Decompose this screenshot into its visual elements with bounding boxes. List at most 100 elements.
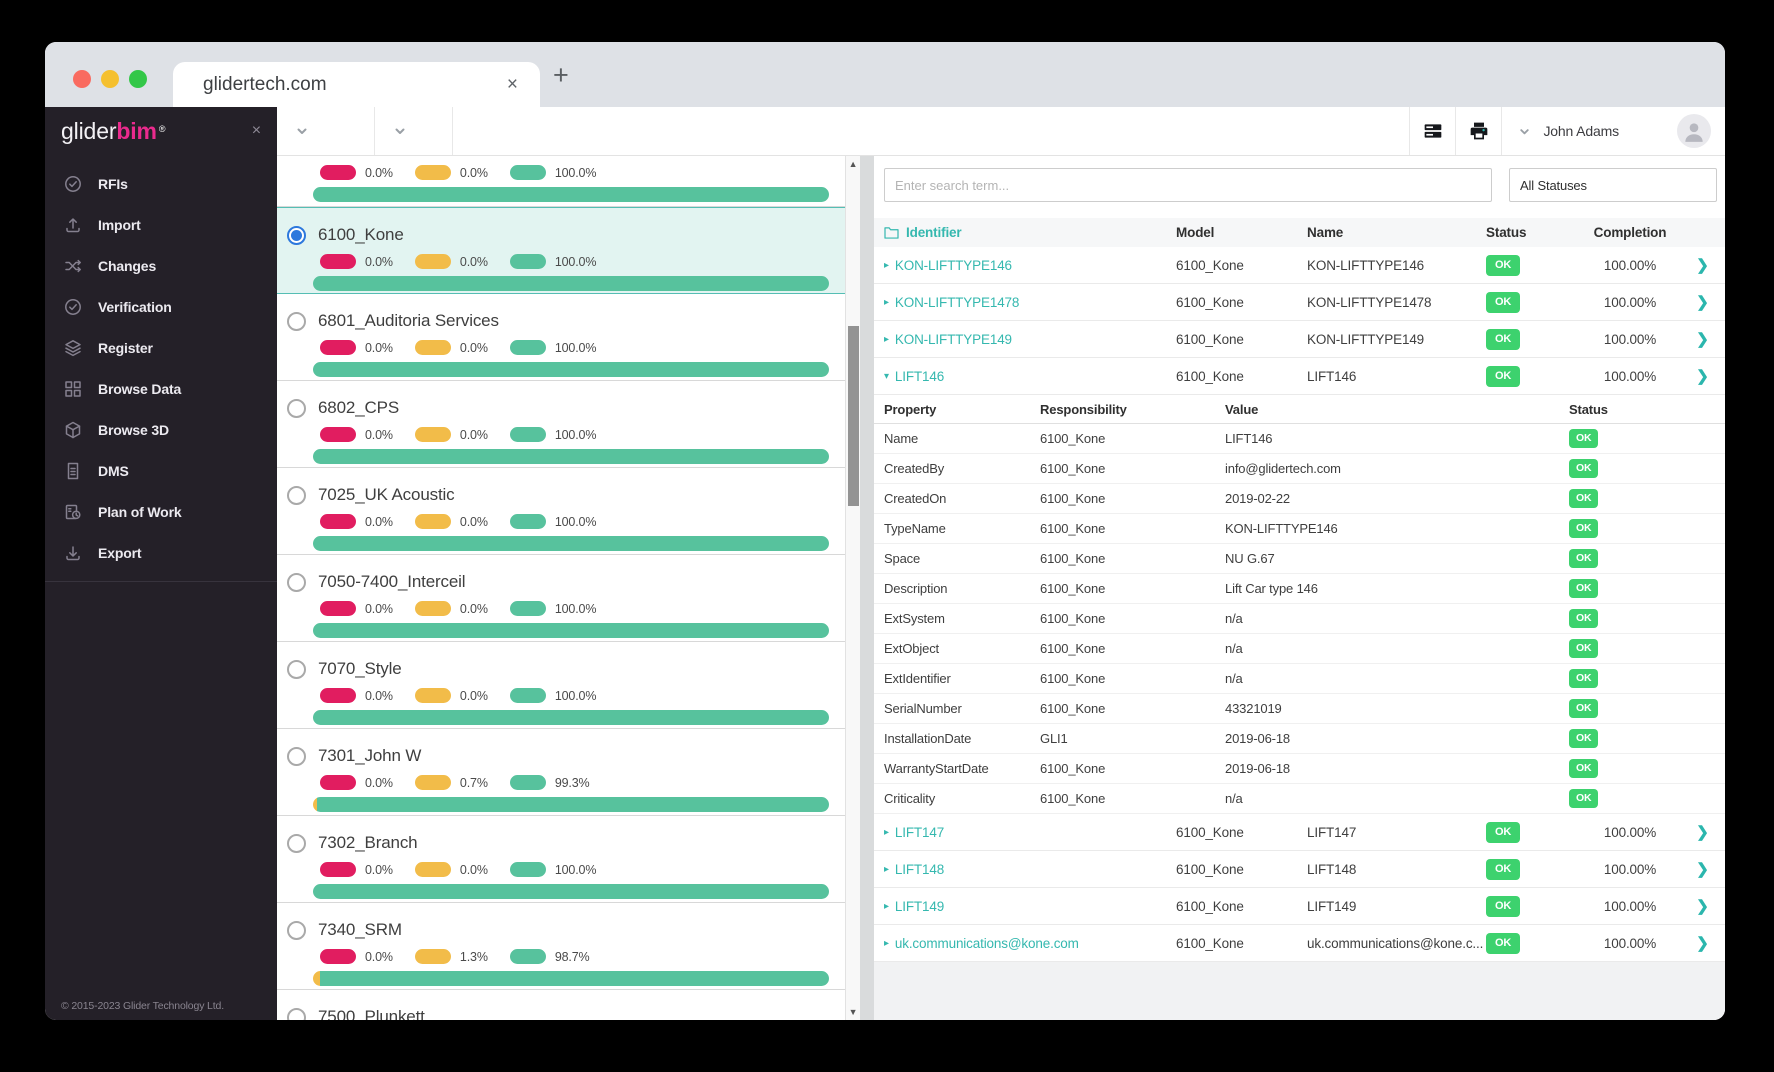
sidebar-item-plan-of-work[interactable]: Plan of Work (45, 491, 277, 532)
row-chevron-icon[interactable] (1680, 367, 1725, 385)
table-row[interactable]: uk.communications@kone.com 6100_Kone uk.… (874, 925, 1725, 962)
table-row[interactable]: LIFT148 6100_Kone LIFT148 OK 100.00% (874, 851, 1725, 888)
model-list-item[interactable]: 7025_UK Acoustic 0.0% 0.0% 100.0% (277, 468, 845, 555)
sidebar-item-export[interactable]: Export (45, 532, 277, 573)
toolbar-dropdown-2[interactable] (375, 107, 453, 155)
table-row[interactable]: KON-LIFTTYPE149 6100_Kone KON-LIFTTYPE14… (874, 321, 1725, 358)
new-tab-button[interactable]: + (553, 60, 569, 91)
scroll-up-icon[interactable]: ▲ (846, 159, 860, 169)
property-value: Lift Car type 146 (1225, 581, 1318, 596)
table-row[interactable]: KON-LIFTTYPE146 6100_Kone KON-LIFTTYPE14… (874, 247, 1725, 284)
model-list-item[interactable]: 6801_Auditoria Services 0.0% 0.0% 100.0% (277, 294, 845, 381)
model-list-item[interactable]: 7070_Style 0.0% 0.0% 100.0% (277, 642, 845, 729)
window-close-button[interactable] (73, 70, 91, 88)
model-list-item[interactable]: 7050-7400_Interceil 0.0% 0.0% 100.0% (277, 555, 845, 642)
row-chevron-icon[interactable] (1680, 256, 1725, 274)
column-model[interactable]: Model (1176, 225, 1307, 240)
toolbar-dropdown-1[interactable] (277, 107, 375, 155)
sidebar-item-changes[interactable]: Changes (45, 245, 277, 286)
status-filter-select[interactable]: All Statuses (1509, 168, 1717, 202)
model-radio[interactable] (287, 311, 306, 331)
identifier-link[interactable]: KON-LIFTTYPE1478 (884, 295, 1176, 310)
row-chevron-icon[interactable] (1680, 823, 1725, 841)
model-radio[interactable] (287, 485, 306, 505)
failed-pill-icon (320, 775, 356, 790)
table-row[interactable]: LIFT147 6100_Kone LIFT147 OK 100.00% (874, 814, 1725, 851)
sidebar-item-rfis[interactable]: RFIs (45, 163, 277, 204)
model-radio[interactable] (287, 572, 306, 592)
search-input[interactable] (884, 168, 1492, 202)
row-chevron-icon[interactable] (1680, 934, 1725, 952)
rows-view-button[interactable] (1410, 107, 1455, 155)
model-radio[interactable] (287, 398, 306, 418)
sidebar-item-import[interactable]: Import (45, 204, 277, 245)
expand-arrow-icon[interactable] (884, 334, 889, 345)
expand-arrow-icon[interactable] (884, 938, 889, 949)
row-chevron-icon[interactable] (1680, 860, 1725, 878)
expand-arrow-icon[interactable] (884, 371, 889, 382)
identifier-link[interactable]: LIFT148 (884, 862, 1176, 877)
expand-arrow-icon[interactable] (884, 260, 889, 271)
models-list: 0.0% 0.0% 100.0% 6100_Kone 0.0% 0.0% 100… (277, 156, 845, 1020)
status-legend: 0.0% 1.3% 98.7% (320, 949, 845, 964)
sidebar-item-dms[interactable]: DMS (45, 450, 277, 491)
identifier-link[interactable]: LIFT146 (884, 369, 1176, 384)
sidebar-item-browse-data[interactable]: Browse Data (45, 368, 277, 409)
model-radio[interactable] (287, 1007, 306, 1020)
scrollbar-thumb[interactable] (848, 326, 859, 506)
model-list-item[interactable]: 0.0% 0.0% 100.0% (277, 156, 845, 207)
avatar[interactable] (1677, 114, 1711, 148)
column-completion[interactable]: Completion (1580, 225, 1680, 240)
app-toolbar: John Adams (277, 107, 1725, 156)
model-list-item[interactable]: 7301_John W 0.0% 0.7% 99.3% (277, 729, 845, 816)
row-chevron-icon[interactable] (1680, 293, 1725, 311)
user-menu[interactable]: John Adams (1502, 123, 1619, 139)
model-radio[interactable] (287, 225, 306, 245)
expand-arrow-icon[interactable] (884, 827, 889, 838)
model-list-item[interactable]: 6100_Kone 0.0% 0.0% 100.0% (277, 207, 845, 294)
model-list-item[interactable]: 6802_CPS 0.0% 0.0% 100.0% (277, 381, 845, 468)
row-chevron-icon[interactable] (1680, 897, 1725, 915)
identifier-link[interactable]: LIFT147 (884, 825, 1176, 840)
identifier-link[interactable]: uk.communications@kone.com (884, 936, 1176, 951)
model-radio[interactable] (287, 920, 306, 940)
print-button[interactable] (1456, 107, 1501, 155)
sidebar-item-browse-3d[interactable]: Browse 3D (45, 409, 277, 450)
sidebar-item-register[interactable]: Register (45, 327, 277, 368)
table-row[interactable]: LIFT149 6100_Kone LIFT149 OK 100.00% (874, 888, 1725, 925)
sidebar-close-icon[interactable]: × (252, 122, 261, 140)
warning-percent: 1.3% (459, 949, 488, 964)
row-chevron-icon[interactable] (1680, 330, 1725, 348)
column-name[interactable]: Name (1307, 225, 1486, 240)
expand-arrow-icon[interactable] (884, 901, 889, 912)
scroll-down-icon[interactable]: ▼ (846, 1007, 860, 1017)
model-list-item[interactable]: 7340_SRM 0.0% 1.3% 98.7% (277, 903, 845, 990)
sidebar-item-verification[interactable]: Verification (45, 286, 277, 327)
identifier-link[interactable]: KON-LIFTTYPE149 (884, 332, 1176, 347)
tab-close-icon[interactable]: × (507, 74, 518, 96)
window-zoom-button[interactable] (129, 70, 147, 88)
scrollbar[interactable]: ▲ ▼ (845, 156, 860, 1020)
sidebar-item-label: Browse 3D (98, 421, 170, 438)
column-identifier[interactable]: Identifier (884, 225, 1176, 240)
warning-percent: 0.0% (459, 165, 488, 180)
column-status[interactable]: Status (1486, 225, 1580, 240)
expand-arrow-icon[interactable] (884, 297, 889, 308)
warning-percent: 0.0% (459, 601, 488, 616)
model-list-item[interactable]: 7302_Branch 0.0% 0.0% 100.0% (277, 816, 845, 903)
model-radio[interactable] (287, 659, 306, 679)
expand-arrow-icon[interactable] (884, 864, 889, 875)
status-legend: 0.0% 0.0% 100.0% (320, 862, 845, 877)
model-radio[interactable] (287, 833, 306, 853)
property-row: InstallationDate GLI1 2019-06-18 OK (874, 724, 1725, 754)
table-row[interactable]: KON-LIFTTYPE1478 6100_Kone KON-LIFTTYPE1… (874, 284, 1725, 321)
model-radio[interactable] (287, 746, 306, 766)
identifier-link[interactable]: LIFT149 (884, 899, 1176, 914)
table-row[interactable]: LIFT146 6100_Kone LIFT146 OK 100.00% (874, 358, 1725, 395)
property-name: ExtIdentifier (884, 671, 951, 686)
identifier-link[interactable]: KON-LIFTTYPE146 (884, 258, 1176, 273)
window-minimize-button[interactable] (101, 70, 119, 88)
status-legend: 0.0% 0.0% 100.0% (320, 340, 845, 355)
browser-tab[interactable]: glidertech.com × (173, 62, 540, 107)
model-list-item[interactable]: 7500_Plunkett (277, 990, 845, 1020)
